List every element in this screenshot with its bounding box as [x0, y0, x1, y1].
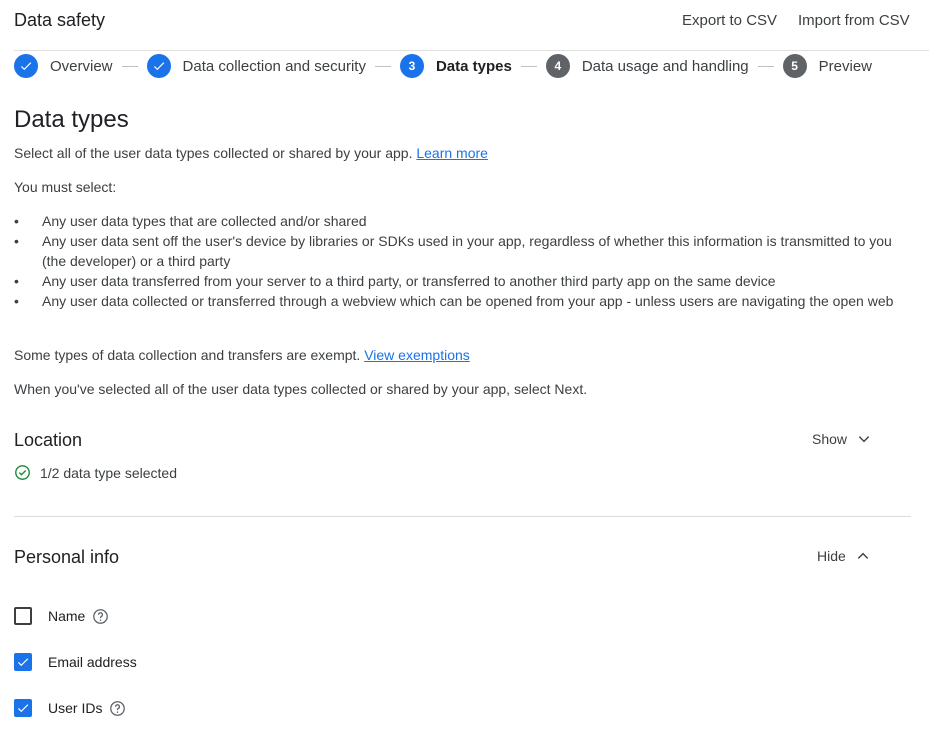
step-connector: [757, 65, 774, 67]
checkmark-icon: [17, 704, 29, 713]
export-csv-button[interactable]: Export to CSV: [682, 12, 777, 29]
view-exemptions-link[interactable]: View exemptions: [364, 347, 470, 363]
step-overview[interactable]: Overview: [14, 54, 113, 78]
checkbox-label: Name: [48, 608, 86, 624]
step-number: 5: [782, 54, 807, 78]
step-complete-icon: [146, 54, 171, 78]
header-divider: [14, 50, 929, 51]
intro-text: Select all of the user data types collec…: [14, 143, 488, 163]
user-ids-checkbox[interactable]: [14, 699, 32, 717]
top-bar: Data safety Export to CSV Import from CS…: [0, 0, 929, 44]
chevron-up-icon: [857, 552, 868, 559]
data-type-name-row: Name: [14, 607, 109, 625]
step-connector: [121, 65, 138, 67]
chevron-down-icon: [858, 436, 870, 443]
step-complete-icon: [14, 54, 38, 78]
checkbox-label: User IDs: [48, 700, 103, 716]
step-preview[interactable]: 5 Preview: [782, 54, 872, 78]
personal-info-hide-toggle[interactable]: Hide: [817, 548, 870, 564]
toggle-label: Show: [812, 431, 848, 447]
data-type-user-ids-row: User IDs: [14, 699, 126, 717]
status-text: 1/2 data type selected: [40, 464, 177, 481]
section-heading: Data types: [14, 106, 129, 133]
step-data-usage[interactable]: 4 Data usage and handling: [545, 54, 749, 78]
import-csv-button[interactable]: Import from CSV: [798, 12, 910, 29]
exempt-text: Some types of data collection and transf…: [14, 345, 470, 365]
personal-info-section-title: Personal info: [14, 547, 120, 567]
step-label: Preview: [818, 57, 872, 75]
progress-stepper: Overview Data collection and security 3 …: [14, 54, 872, 78]
help-circle-icon[interactable]: [109, 700, 126, 717]
list-item: Any user data types that are collected a…: [14, 211, 904, 231]
list-item: Any user data transferred from your serv…: [14, 271, 904, 291]
step-label: Data types: [435, 57, 512, 75]
requirements-list: Any user data types that are collected a…: [14, 211, 904, 311]
step-number: 4: [545, 54, 570, 78]
next-instruction-text: When you've selected all of the user dat…: [14, 381, 588, 397]
help-circle-icon[interactable]: [92, 608, 109, 625]
page-header-title: Data safety: [14, 10, 106, 30]
section-divider: [14, 516, 911, 517]
email-address-checkbox[interactable]: [14, 653, 32, 671]
step-label: Overview: [50, 57, 113, 75]
location-section-title: Location: [14, 430, 83, 450]
exempt-sentence: Some types of data collection and transf…: [14, 347, 361, 363]
location-show-toggle[interactable]: Show: [812, 431, 871, 447]
toggle-label: Hide: [817, 548, 846, 564]
step-connector: [374, 65, 391, 67]
checkmark-icon: [17, 658, 29, 667]
name-checkbox[interactable]: [14, 607, 32, 625]
location-status: 1/2 data type selected: [14, 464, 177, 481]
learn-more-link[interactable]: Learn more: [416, 145, 488, 161]
checkbox-label: Email address: [48, 654, 137, 670]
list-item: Any user data collected or transferred t…: [14, 291, 904, 311]
step-label: Data usage and handling: [581, 57, 749, 75]
step-label: Data collection and security: [182, 57, 366, 75]
step-number: 3: [399, 54, 424, 78]
step-data-collection[interactable]: Data collection and security: [146, 54, 366, 78]
list-item: Any user data sent off the user's device…: [14, 231, 904, 271]
data-type-email-row: Email address: [14, 653, 137, 671]
step-connector: [520, 65, 537, 67]
check-circle-icon: [15, 465, 30, 480]
must-select-text: You must select:: [14, 179, 117, 195]
step-data-types[interactable]: 3 Data types: [399, 54, 512, 78]
intro-sentence: Select all of the user data types collec…: [14, 145, 413, 161]
